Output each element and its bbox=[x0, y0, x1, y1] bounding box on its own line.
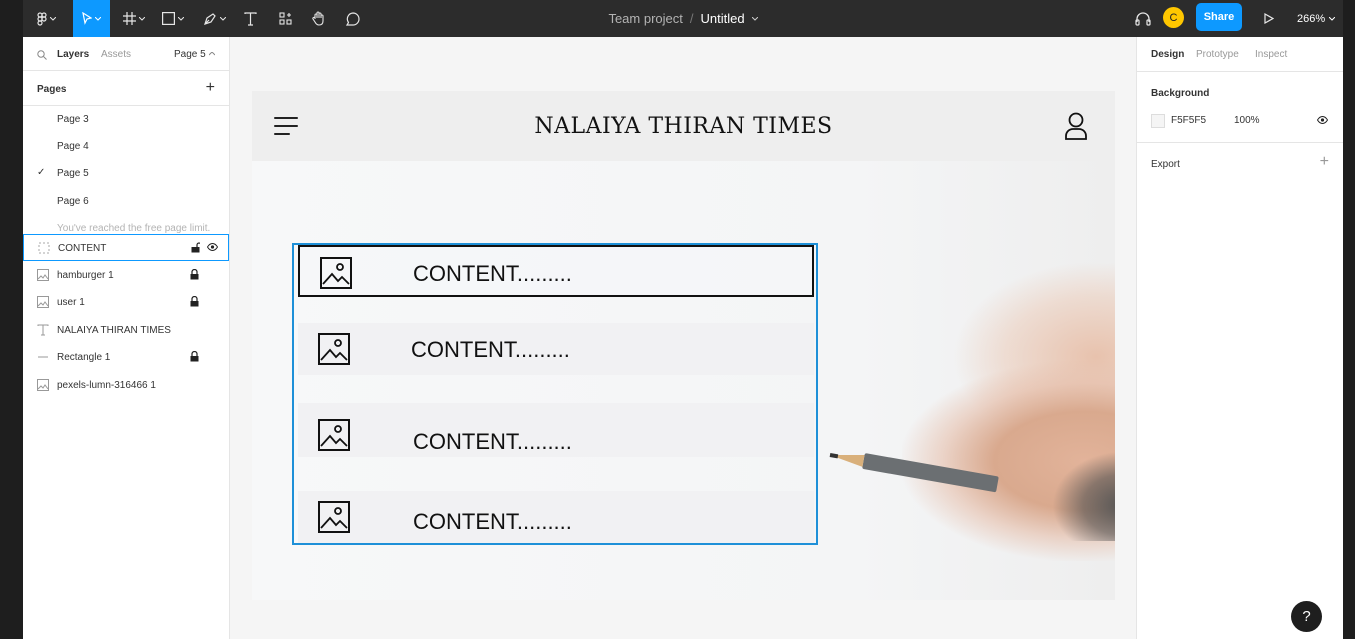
document-name[interactable]: Untitled bbox=[700, 11, 744, 26]
pages-header: Pages + bbox=[23, 71, 229, 106]
background-title: Background bbox=[1151, 88, 1210, 99]
chevron-up-icon[interactable] bbox=[209, 52, 215, 56]
tab-inspect[interactable]: Inspect bbox=[1255, 49, 1287, 60]
line-icon bbox=[38, 356, 48, 358]
chevron-down-icon[interactable] bbox=[751, 16, 758, 21]
image-placeholder-icon bbox=[318, 419, 350, 451]
layer-label: CONTENT bbox=[58, 243, 107, 254]
image-icon bbox=[37, 269, 49, 281]
headphones-icon bbox=[1135, 12, 1151, 26]
pages-label: Pages bbox=[37, 84, 67, 95]
toolbar: Team project / Untitled C Share 266% bbox=[23, 0, 1343, 37]
title-separator: / bbox=[689, 11, 694, 26]
page-selector[interactable]: Page 5 bbox=[174, 49, 206, 60]
eye-icon[interactable] bbox=[1317, 116, 1328, 124]
add-page-button[interactable]: + bbox=[206, 80, 215, 96]
canvas[interactable]: NALAIYA THIRAN TIMES CONTENT......... CO… bbox=[230, 37, 1136, 639]
export-title: Export bbox=[1151, 159, 1180, 170]
zoom-dropdown[interactable]: 266% bbox=[1297, 0, 1336, 37]
project-name[interactable]: Team project bbox=[608, 11, 682, 26]
layer-row-title[interactable]: NALAIYA THIRAN TIMES bbox=[23, 317, 229, 344]
layer-row-photo[interactable]: pexels-lumn-316466 1 bbox=[23, 372, 229, 399]
layer-label: NALAIYA THIRAN TIMES bbox=[57, 325, 171, 336]
share-button[interactable]: Share bbox=[1196, 3, 1242, 31]
image-placeholder-icon bbox=[320, 257, 352, 289]
design-frame[interactable]: NALAIYA THIRAN TIMES CONTENT......... CO… bbox=[252, 91, 1115, 600]
content-row[interactable]: CONTENT......... bbox=[298, 245, 814, 297]
user-icon[interactable] bbox=[1064, 111, 1088, 141]
right-panel-tabs: Design Prototype Inspect bbox=[1137, 37, 1343, 72]
layer-row-hamburger[interactable]: hamburger 1 bbox=[23, 262, 229, 289]
tab-layers[interactable]: Layers bbox=[57, 49, 89, 60]
present-button[interactable] bbox=[1259, 0, 1279, 37]
layer-label: pexels-lumn-316466 1 bbox=[57, 380, 156, 391]
layer-label: user 1 bbox=[57, 297, 85, 308]
right-panel: Design Prototype Inspect Background F5F5… bbox=[1136, 37, 1343, 639]
page-item[interactable]: Page 3 bbox=[23, 106, 229, 133]
content-row[interactable]: CONTENT......... bbox=[298, 323, 814, 375]
audio-button[interactable] bbox=[1131, 0, 1155, 37]
layer-row-user[interactable]: user 1 bbox=[23, 289, 229, 316]
eye-icon[interactable] bbox=[207, 243, 218, 251]
page-limit-note: You've reached the free page limit. bbox=[57, 223, 211, 234]
content-group-selection[interactable]: CONTENT......... CONTENT......... CONTEN… bbox=[292, 243, 818, 545]
group-icon bbox=[38, 242, 50, 254]
page-label: Page 3 bbox=[57, 114, 89, 125]
background-hex-input[interactable]: F5F5F5 bbox=[1171, 115, 1206, 126]
content-label: CONTENT......... bbox=[413, 509, 572, 534]
site-header[interactable]: NALAIYA THIRAN TIMES bbox=[252, 91, 1115, 161]
tab-assets[interactable]: Assets bbox=[101, 49, 131, 60]
left-panel: Layers Assets Page 5 Pages + Page 3 Page… bbox=[23, 37, 230, 639]
background-opacity-input[interactable]: 100% bbox=[1234, 115, 1260, 126]
content-label: CONTENT......... bbox=[411, 337, 570, 362]
lock-icon[interactable] bbox=[190, 351, 199, 362]
content-label: CONTENT......... bbox=[413, 429, 572, 454]
search-icon[interactable] bbox=[37, 50, 47, 60]
layer-label: hamburger 1 bbox=[57, 270, 114, 281]
page-item[interactable]: Page 4 bbox=[23, 133, 229, 160]
page-label: Page 5 bbox=[57, 168, 89, 179]
image-placeholder-icon bbox=[318, 333, 350, 365]
site-title[interactable]: NALAIYA THIRAN TIMES bbox=[252, 114, 1115, 139]
add-export-button[interactable]: + bbox=[1320, 154, 1329, 170]
layer-row-rectangle[interactable]: Rectangle 1 bbox=[23, 344, 229, 371]
page-item-current[interactable]: ✓ Page 5 bbox=[23, 160, 229, 187]
unlock-icon[interactable] bbox=[191, 242, 200, 253]
lock-icon[interactable] bbox=[190, 269, 199, 280]
image-icon bbox=[37, 296, 49, 308]
export-section: Export + bbox=[1137, 143, 1343, 185]
image-placeholder-icon bbox=[318, 501, 350, 533]
zoom-level: 266% bbox=[1297, 12, 1326, 25]
image-icon bbox=[37, 379, 49, 391]
lock-icon[interactable] bbox=[190, 296, 199, 307]
background-swatch[interactable] bbox=[1151, 114, 1165, 128]
content-label: CONTENT......... bbox=[413, 261, 572, 286]
page-item[interactable]: Page 6 bbox=[23, 188, 229, 215]
page-label: Page 6 bbox=[57, 196, 89, 207]
text-icon bbox=[37, 324, 49, 336]
page-label: Page 4 bbox=[57, 141, 89, 152]
sleeve-image bbox=[1052, 451, 1115, 541]
background-section: Background F5F5F5 100% bbox=[1137, 72, 1343, 143]
layer-row-content[interactable]: CONTENT bbox=[23, 234, 229, 261]
tab-prototype[interactable]: Prototype bbox=[1196, 49, 1239, 60]
avatar[interactable]: C bbox=[1163, 7, 1184, 28]
left-panel-tabs: Layers Assets Page 5 bbox=[23, 37, 229, 71]
tab-design[interactable]: Design bbox=[1151, 49, 1184, 60]
checkmark-icon: ✓ bbox=[37, 167, 46, 178]
play-icon bbox=[1264, 13, 1274, 24]
chevron-down-icon bbox=[1329, 16, 1336, 21]
help-button[interactable]: ? bbox=[1291, 601, 1322, 632]
content-row[interactable]: CONTENT......... bbox=[298, 403, 814, 457]
layer-label: Rectangle 1 bbox=[57, 352, 111, 363]
content-row[interactable]: CONTENT......... bbox=[298, 491, 814, 543]
